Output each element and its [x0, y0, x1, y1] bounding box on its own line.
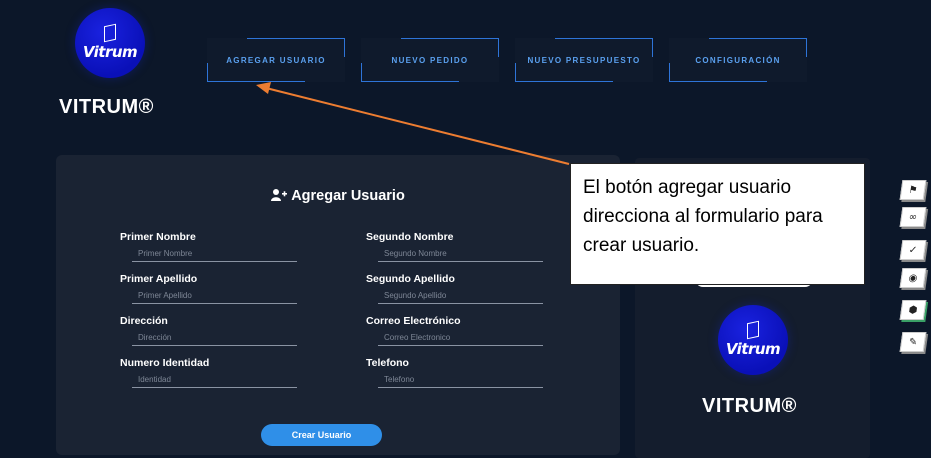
nav-label: NUEVO PEDIDO	[391, 55, 469, 65]
nav-label: AGREGAR USUARIO	[226, 55, 326, 65]
annotation-callout: El botón agregar usuario direcciona al f…	[570, 163, 865, 285]
nav-label: NUEVO PRESUPUESTO	[527, 55, 641, 65]
nav-label: CONFIGURACIÓN	[695, 55, 781, 65]
